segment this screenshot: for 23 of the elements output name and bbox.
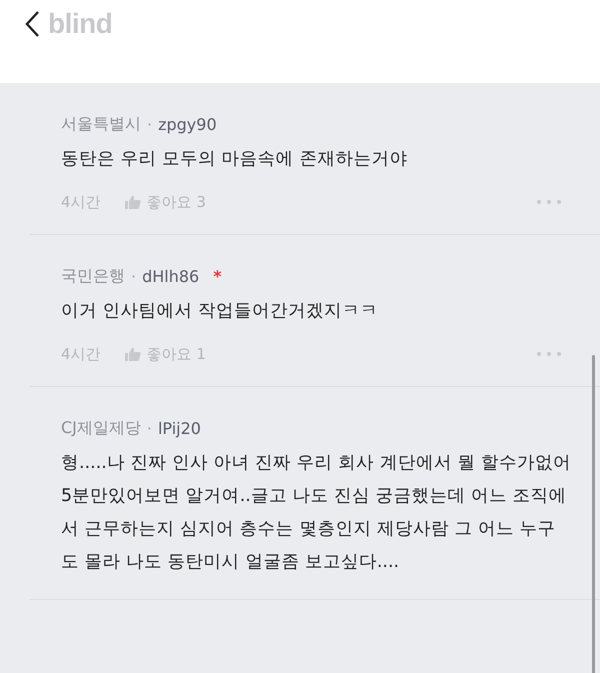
comment-text: 이거 인사팀에서 작업들어간거겠지ㅋㅋ: [61, 300, 380, 323]
timestamp: 4시간: [61, 344, 101, 364]
thumbs-up-icon: [124, 347, 141, 361]
username: dHlh86: [142, 266, 200, 286]
separator-dot: ·: [146, 418, 152, 438]
author-mark: *: [213, 266, 222, 286]
like-button[interactable]: 좋아요 3: [124, 192, 206, 212]
company-name: CJ제일제당: [61, 418, 141, 438]
scrollbar[interactable]: [592, 355, 595, 673]
like-button[interactable]: 좋아요 1: [124, 344, 206, 364]
company-name: 국민은행: [61, 266, 125, 286]
thumbs-up-icon: [124, 195, 141, 209]
comment-text: 동탄은 우리 모두의 마음속에 존재하는거야: [61, 148, 408, 171]
username: zpgy90: [158, 114, 217, 134]
more-icon[interactable]: [536, 199, 562, 205]
timestamp: 4시간: [61, 192, 101, 212]
separator-dot: ·: [131, 266, 136, 286]
separator-dot: ·: [147, 114, 152, 134]
comment-text: 형.....나 진짜 인사 아녀 진짜 우리 회사 계단에서 뭘 할수가없어 5분만있어보면 알거여..글고 나도 진심 궁금했는데 어느 조직에서 근무하는지 심지어 층수는 몇층인지 제당사람 그 어느 누구도 몰라 나도 동탄미시 얼굴좀 보고싶다....: [61, 452, 571, 574]
more-icon[interactable]: [536, 351, 562, 357]
username: lPij20: [158, 418, 201, 438]
company-name: 서울특별시: [61, 114, 141, 134]
back-icon[interactable]: [24, 10, 40, 38]
